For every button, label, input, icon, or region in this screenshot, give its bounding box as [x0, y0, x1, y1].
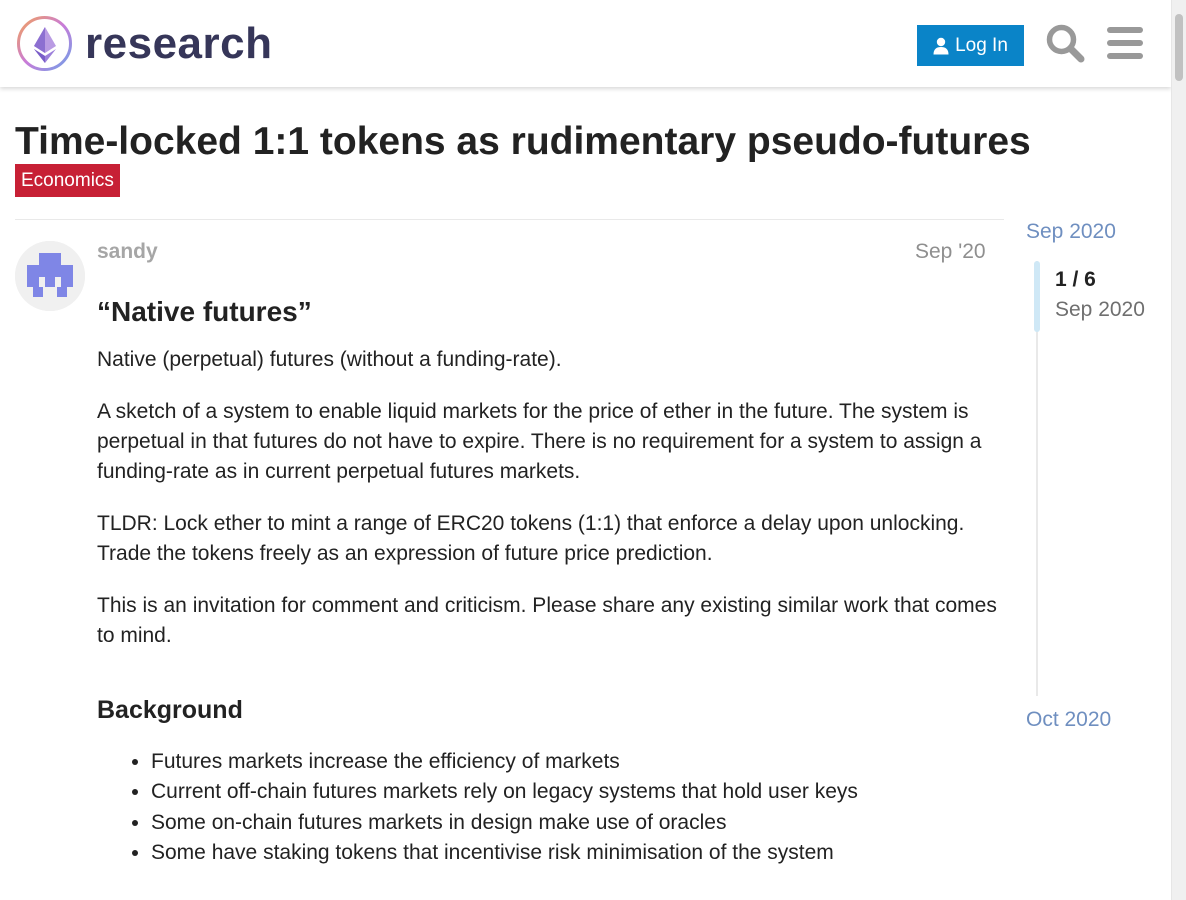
avatar[interactable]: [15, 241, 85, 311]
login-label: Log In: [955, 34, 1008, 56]
post-paragraph: TLDR: Lock ether to mint a range of ERC2…: [97, 511, 965, 565]
list-item: Some have staking tokens that incentivis…: [151, 838, 997, 869]
post-body: “Native futures” Native (perpetual) futu…: [97, 295, 997, 869]
timeline-end-date[interactable]: Oct 2020: [1026, 708, 1111, 732]
hamburger-icon: [1107, 27, 1143, 59]
page-scrollbar[interactable]: [1171, 0, 1186, 900]
post-divider: [15, 219, 1004, 220]
scrollbar-thumb[interactable]: [1175, 14, 1183, 81]
login-button[interactable]: Log In: [917, 25, 1024, 66]
user-icon: [933, 37, 949, 55]
logo-text: research: [85, 18, 273, 68]
list-item: Some on-chain futures markets in design …: [151, 808, 997, 839]
site-logo[interactable]: research: [16, 15, 272, 72]
post-heading: “Native futures”: [97, 296, 312, 327]
list-item: Futures markets increase the efficiency …: [151, 747, 997, 778]
topic-title[interactable]: Time-locked 1:1 tokens as rudimentary ps…: [15, 120, 1031, 165]
post-paragraph: This is an invitation for comment and cr…: [97, 593, 997, 647]
timeline-start-date[interactable]: Sep 2020: [1026, 220, 1116, 244]
list-item: Current off-chain futures markets rely o…: [151, 777, 997, 808]
post-paragraph: Native (perpetual) futures (without a fu…: [97, 347, 562, 371]
ethereum-logo-icon: [17, 16, 72, 71]
identicon-avatar-icon: [15, 241, 85, 311]
timeline-current-date: Sep 2020: [1055, 298, 1145, 321]
search-icon: [1046, 24, 1085, 63]
background-list: Futures markets increase the efficiency …: [97, 747, 997, 869]
timeline-post-count: 1 / 6: [1055, 268, 1096, 291]
section-heading: Background: [97, 695, 243, 724]
timeline-scroll-handle[interactable]: [1034, 261, 1040, 332]
post-paragraph: A sketch of a system to enable liquid ma…: [97, 399, 982, 483]
site-header: research Log In: [0, 0, 1171, 87]
post-date[interactable]: Sep '20: [915, 240, 986, 264]
category-badge[interactable]: Economics: [15, 164, 120, 197]
post-username[interactable]: sandy: [97, 240, 158, 264]
search-button[interactable]: [1044, 21, 1086, 65]
hamburger-menu-button[interactable]: [1106, 25, 1144, 61]
